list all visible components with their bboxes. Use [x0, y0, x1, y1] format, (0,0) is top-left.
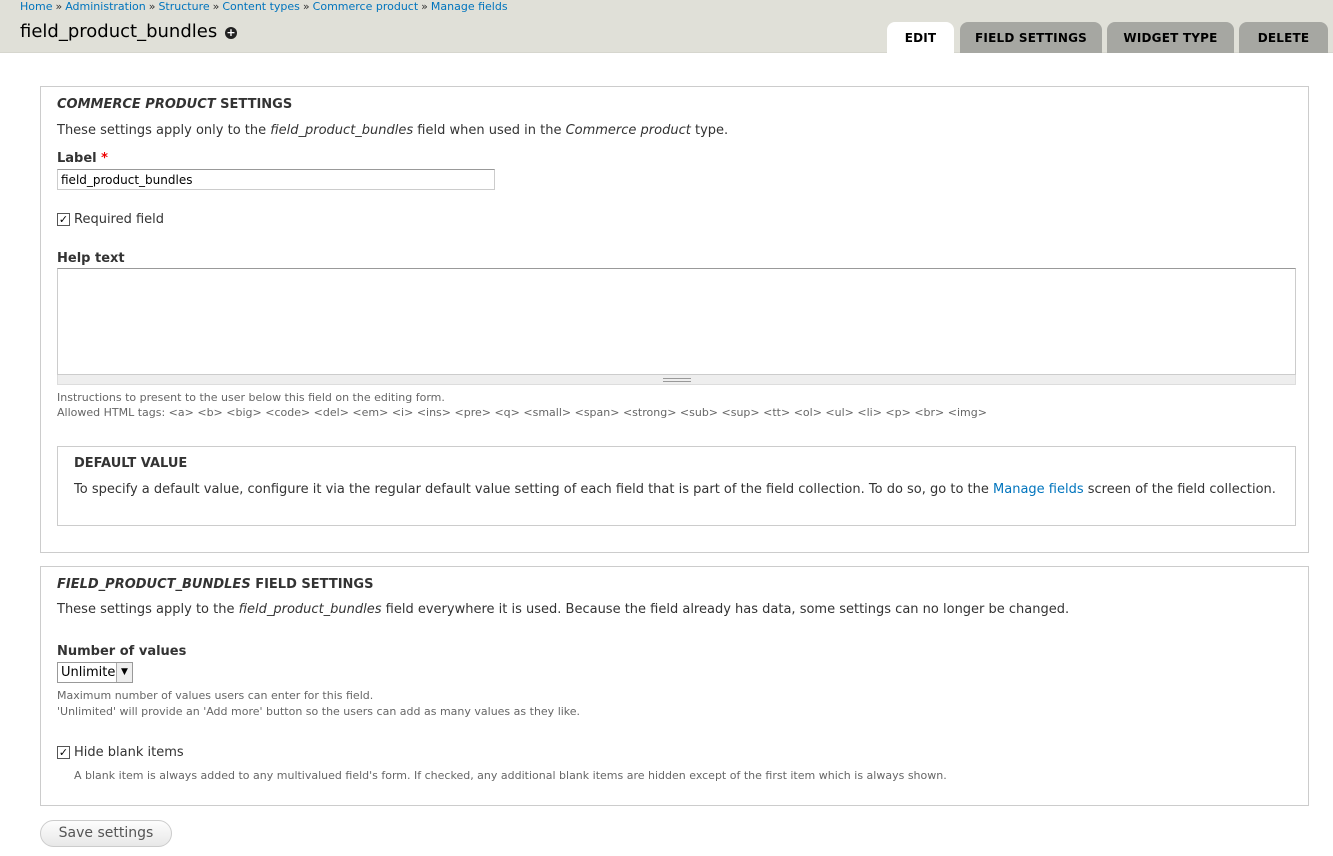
breadcrumb-separator: » [302, 0, 310, 13]
triangle-down-icon: ▼ [116, 663, 132, 682]
page-header: Home» Administration» Structure» Content ty… [0, 0, 1333, 53]
help-text-textarea[interactable] [57, 268, 1296, 375]
instance-settings-description: These settings apply only to the field_p… [57, 123, 729, 138]
breadcrumb: Home» Administration» Structure» Content ty… [20, 0, 508, 14]
breadcrumb-content-types[interactable]: Content types [222, 0, 300, 13]
save-settings-button[interactable]: Save settings [40, 820, 172, 847]
number-of-values-select[interactable]: Unlimited ▼ [57, 662, 133, 683]
required-field-checkbox[interactable]: ✓ [57, 213, 70, 226]
tab-delete[interactable]: DELETE [1239, 22, 1328, 53]
tab-field-settings[interactable]: FIELD SETTINGS [960, 22, 1102, 53]
help-text-title: Help text [57, 251, 125, 266]
plus-circle-icon[interactable]: + [225, 27, 237, 39]
label-input[interactable] [57, 169, 495, 190]
breadcrumb-structure[interactable]: Structure [158, 0, 209, 13]
breadcrumb-home[interactable]: Home [20, 0, 52, 13]
primary-tabs: EDIT FIELD SETTINGS WIDGET TYPE DELETE [887, 22, 1328, 53]
tab-widget-type[interactable]: WIDGET TYPE [1107, 22, 1234, 53]
manage-fields-link[interactable]: Manage fields [993, 482, 1084, 497]
grip-icon [662, 378, 691, 382]
breadcrumb-commerce-product[interactable]: Commerce product [313, 0, 419, 13]
field-settings-legend: FIELD_PRODUCT_BUNDLES FIELD SETTINGS [57, 577, 374, 592]
breadcrumb-separator: » [421, 0, 428, 13]
required-field-label: Required field [74, 212, 165, 227]
number-of-values-unlimited-note: 'Unlimited' will provide an 'Add more' b… [57, 705, 581, 718]
textarea-resize-handle[interactable] [57, 375, 1296, 385]
check-icon: ✓ [58, 213, 69, 226]
breadcrumb-manage-fields[interactable]: Manage fields [431, 0, 508, 13]
number-of-values-selected: Unlimited [61, 665, 124, 680]
required-marker: * [101, 151, 108, 166]
default-value-fieldset: DEFAULT VALUE To specify a default value… [57, 446, 1296, 526]
tab-edit[interactable]: EDIT [887, 22, 954, 53]
instance-settings-legend: COMMERCE PRODUCT SETTINGS [57, 97, 293, 112]
hide-blank-items-description: A blank item is always added to any mult… [74, 769, 947, 782]
check-icon: ✓ [58, 746, 69, 759]
number-of-values-title: Number of values [57, 644, 187, 659]
number-of-values-description: Maximum number of values users can enter… [57, 689, 374, 702]
breadcrumb-separator: » [148, 0, 156, 13]
hide-blank-items-label: Hide blank items [74, 745, 184, 760]
breadcrumb-separator: » [212, 0, 220, 13]
default-value-legend: DEFAULT VALUE [74, 456, 188, 471]
default-value-description: To specify a default value, configure it… [74, 482, 1276, 497]
field-settings-description: These settings apply to the field_produc… [57, 602, 1070, 617]
breadcrumb-separator: » [55, 0, 63, 13]
label-field-title: Label * [57, 151, 108, 166]
help-text-description: Instructions to present to the user belo… [57, 391, 445, 404]
instance-settings-fieldset: COMMERCE PRODUCT SETTINGS These settings… [40, 86, 1309, 553]
allowed-html-tags: Allowed HTML tags: <a> <b> <big> <code> … [57, 406, 987, 419]
hide-blank-items-checkbox[interactable]: ✓ [57, 746, 70, 759]
breadcrumb-administration[interactable]: Administration [65, 0, 146, 13]
page-title: field_product_bundles [20, 21, 218, 42]
field-settings-fieldset: FIELD_PRODUCT_BUNDLES FIELD SETTINGS The… [40, 566, 1309, 806]
